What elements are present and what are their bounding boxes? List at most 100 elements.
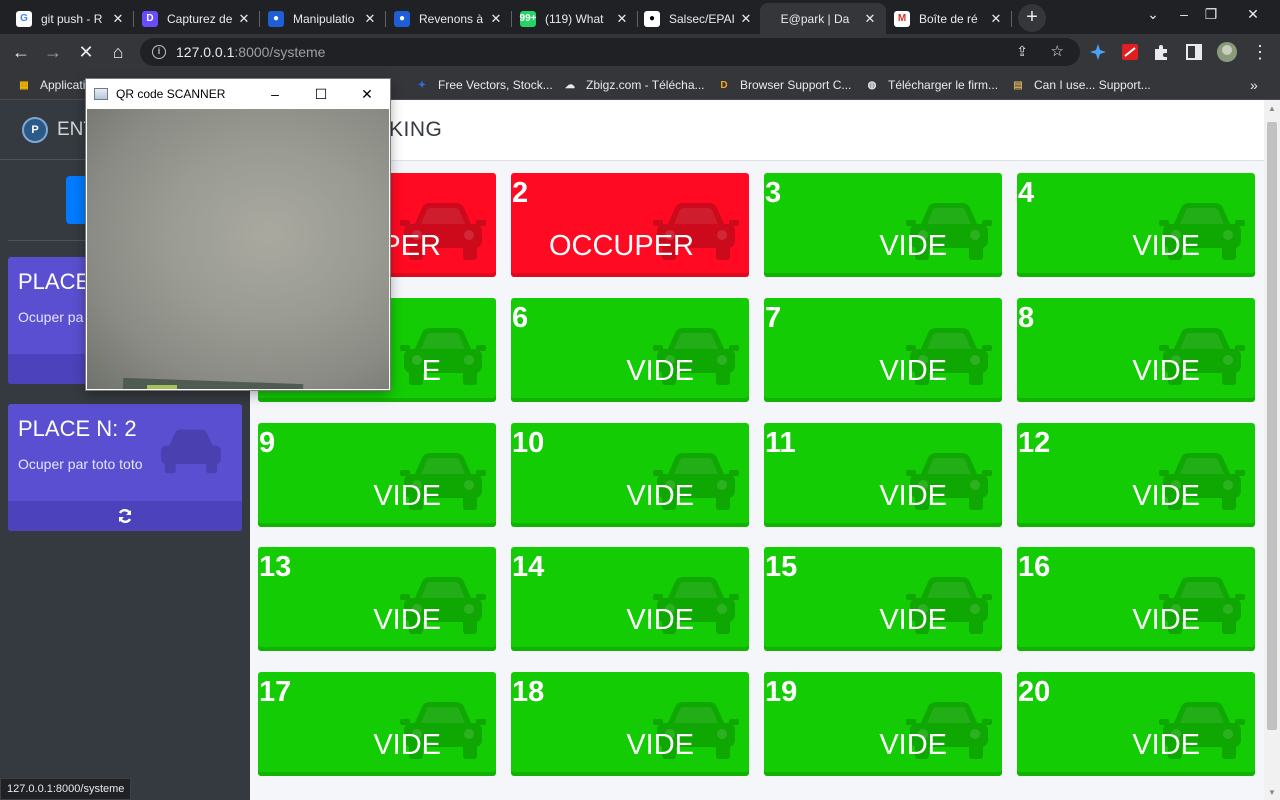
qr-minimize-icon[interactable]: – bbox=[266, 85, 284, 103]
extension-cross-icon[interactable] bbox=[1089, 43, 1107, 61]
slot-number: 9 bbox=[259, 426, 276, 459]
close-tab-icon[interactable]: ✕ bbox=[614, 11, 630, 27]
site-info-icon[interactable]: i bbox=[152, 45, 166, 59]
brand-logo-icon: P bbox=[22, 116, 48, 143]
parking-slot-11[interactable]: 11 VIDE bbox=[764, 422, 1002, 527]
bookmark-item[interactable]: ☁ Zbigz.com - Télécha... bbox=[562, 76, 705, 94]
qr-maximize-icon[interactable]: ☐ bbox=[312, 85, 330, 103]
camera-feed bbox=[87, 109, 389, 389]
d-icon: D bbox=[720, 79, 728, 91]
parking-slot-18[interactable]: 18 VIDE bbox=[511, 672, 749, 777]
stop-loading-icon[interactable]: ✕ bbox=[74, 40, 98, 64]
qr-close-icon[interactable]: ✕ bbox=[358, 85, 376, 103]
tab-title: E@park | Da bbox=[780, 11, 850, 26]
new-tab-button[interactable]: + bbox=[1018, 4, 1046, 32]
slot-number: 12 bbox=[1018, 426, 1051, 459]
browser-menu-icon[interactable]: ⋮ bbox=[1248, 40, 1272, 64]
url-host: 127.0.0.1 bbox=[176, 44, 235, 60]
slot-status: E bbox=[421, 354, 441, 387]
bookmark-item[interactable]: D Browser Support C... bbox=[716, 76, 851, 94]
parking-slot-10[interactable]: 10 VIDE bbox=[511, 422, 749, 527]
restore-window-icon[interactable]: ❐ bbox=[1201, 6, 1221, 23]
bookmark-label: Télécharger le firm... bbox=[888, 78, 999, 92]
page-scrollbar[interactable]: ▲ ▼ bbox=[1264, 100, 1280, 800]
parking-slot-2[interactable]: 2 OCCUPER bbox=[511, 173, 749, 277]
scroll-down-icon[interactable]: ▼ bbox=[1268, 788, 1276, 797]
extensions-puzzle-icon[interactable] bbox=[1152, 43, 1170, 61]
home-icon[interactable]: ⌂ bbox=[106, 40, 130, 64]
bookmark-item[interactable]: ✦ Free Vectors, Stock... bbox=[414, 76, 553, 94]
scroll-up-icon[interactable]: ▲ bbox=[1268, 104, 1276, 113]
close-tab-icon[interactable]: ✕ bbox=[110, 11, 126, 27]
browser-tab[interactable]: Ggit push - R ✕ bbox=[8, 3, 134, 34]
bookmark-item[interactable]: ▤ Can I use... Support... bbox=[1010, 76, 1150, 94]
page-title: KING bbox=[389, 118, 443, 141]
extension-pdf-icon[interactable] bbox=[1121, 43, 1139, 61]
side-panel-icon[interactable] bbox=[1185, 43, 1203, 61]
place-title: PLACE N: 2 bbox=[18, 416, 137, 441]
parking-slot-19[interactable]: 19 VIDE bbox=[764, 672, 1002, 777]
google-icon: G bbox=[16, 10, 32, 27]
bookmark-label: Browser Support C... bbox=[740, 78, 852, 92]
qr-scanner-window[interactable]: QR code SCANNER – ☐ ✕ bbox=[86, 79, 390, 390]
parking-slot-8[interactable]: 8 VIDE bbox=[1017, 297, 1255, 402]
capture-app-icon: D bbox=[142, 10, 158, 27]
parking-slot-6[interactable]: 6 VIDE bbox=[511, 297, 749, 402]
blue-app-icon: ● bbox=[394, 10, 410, 27]
parking-slot-3[interactable]: 3 VIDE bbox=[764, 173, 1002, 277]
close-tab-icon[interactable]: ✕ bbox=[862, 11, 878, 27]
browser-tab[interactable]: ● Salsec/EPAI ✕ bbox=[636, 3, 762, 34]
close-tab-icon[interactable]: ✕ bbox=[988, 11, 1004, 27]
tab-search-icon[interactable]: ⌄ bbox=[1143, 6, 1163, 23]
parking-slot-12[interactable]: 12 VIDE bbox=[1017, 422, 1255, 527]
slot-status: VIDE bbox=[1132, 604, 1200, 637]
address-bar[interactable]: i 127.0.0.1:8000/systeme ⇪ ☆ bbox=[140, 38, 1080, 66]
forward-arrow-icon[interactable]: → bbox=[41, 40, 65, 64]
parking-slot-20[interactable]: 20 VIDE bbox=[1017, 672, 1255, 777]
bookmark-label: Applicati bbox=[40, 78, 86, 92]
slot-status: VIDE bbox=[879, 604, 947, 637]
place-occupant: Ocuper pa bbox=[18, 309, 84, 325]
browser-tab[interactable]: ● Manipulatio ✕ bbox=[260, 3, 386, 34]
back-arrow-icon[interactable]: ← bbox=[9, 40, 33, 64]
parking-slot-16[interactable]: 16 VIDE bbox=[1017, 547, 1255, 652]
close-tab-icon[interactable]: ✕ bbox=[738, 11, 754, 27]
slot-status: VIDE bbox=[879, 354, 947, 387]
qr-window-titlebar[interactable]: QR code SCANNER – ☐ ✕ bbox=[86, 79, 390, 109]
parking-slot-15[interactable]: 15 VIDE bbox=[764, 547, 1002, 652]
slot-number: 15 bbox=[765, 551, 798, 584]
slot-status: VIDE bbox=[879, 230, 947, 262]
more-bookmarks-icon[interactable]: » bbox=[1250, 76, 1258, 94]
profile-avatar[interactable] bbox=[1216, 41, 1238, 63]
close-window-icon[interactable]: ✕ bbox=[1243, 6, 1263, 23]
browser-tab[interactable]: E@park | Da ✕ bbox=[760, 3, 886, 34]
parking-slot-14[interactable]: 14 VIDE bbox=[511, 547, 749, 652]
scrollbar-thumb[interactable] bbox=[1267, 122, 1277, 730]
slot-status: VIDE bbox=[1132, 230, 1200, 262]
parking-slot-9[interactable]: 9 VIDE bbox=[258, 422, 496, 527]
refresh-button[interactable] bbox=[8, 501, 242, 531]
browser-tab[interactable]: 99+ (119) What ✕ bbox=[512, 3, 638, 34]
parking-slot-4[interactable]: 4 VIDE bbox=[1017, 173, 1255, 277]
caniuse-icon: ▤ bbox=[1013, 79, 1023, 91]
parking-slot-7[interactable]: 7 VIDE bbox=[764, 297, 1002, 402]
slot-status: OCCUPER bbox=[548, 230, 694, 262]
slot-number: 18 bbox=[512, 676, 545, 709]
minimize-window-icon[interactable]: – bbox=[1174, 6, 1194, 22]
close-tab-icon[interactable]: ✕ bbox=[236, 11, 252, 27]
bookmark-item[interactable]: ◍ Télécharger le firm... bbox=[864, 76, 998, 94]
parking-slot-13[interactable]: 13 VIDE bbox=[258, 547, 496, 652]
browser-tab[interactable]: M Boîte de ré ✕ bbox=[886, 3, 1012, 34]
github-icon: ● bbox=[644, 10, 660, 27]
bookmark-item[interactable]: ▦ Applicati bbox=[16, 76, 85, 94]
parking-slot-17[interactable]: 17 VIDE bbox=[258, 672, 496, 777]
close-tab-icon[interactable]: ✕ bbox=[362, 11, 378, 27]
camera-feed-highlight bbox=[147, 385, 177, 389]
browser-tab-strip: Ggit push - R ✕ D Capturez de ✕ ● Manipulatio ✕… bbox=[0, 0, 1280, 34]
browser-tab[interactable]: D Capturez de ✕ bbox=[134, 3, 260, 34]
browser-tab[interactable]: ● Revenons à ✕ bbox=[386, 3, 512, 34]
close-tab-icon[interactable]: ✕ bbox=[488, 11, 504, 27]
qr-window-title: QR code SCANNER bbox=[116, 87, 226, 101]
share-icon[interactable]: ⇪ bbox=[1016, 43, 1028, 60]
bookmark-star-icon[interactable]: ☆ bbox=[1051, 42, 1064, 60]
